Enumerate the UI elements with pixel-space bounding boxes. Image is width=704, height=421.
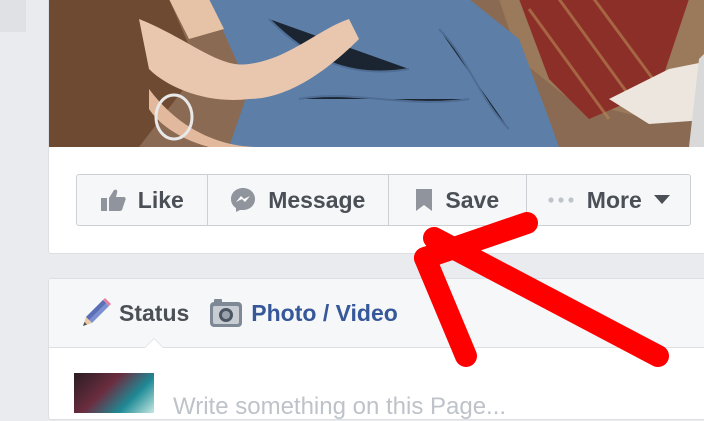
like-button[interactable]: Like [77,175,208,225]
left-column-edge [0,0,26,32]
page-action-bar: Like Message Save More [76,174,691,226]
tab-photo-video-label: Photo / Video [251,299,398,326]
active-tab-caret [145,339,163,348]
composer-input[interactable]: Write something on this Page... [173,393,506,421]
save-label: Save [445,186,500,213]
composer-tabs: Status Photo / Video [49,279,704,348]
avatar[interactable] [74,373,154,413]
message-button[interactable]: Message [208,175,389,225]
bookmark-icon [415,188,433,212]
tab-status[interactable]: Status [81,298,189,328]
tab-status-label: Status [119,299,190,326]
tab-photo-video[interactable]: Photo / Video [209,298,398,328]
more-label: More [586,186,642,213]
messenger-icon [230,187,256,213]
post-composer: Status Photo / Video Write something on … [48,278,704,420]
more-dots-icon [547,196,575,204]
message-label: Message [268,186,366,213]
like-label: Like [137,186,184,213]
pencil-icon [81,298,111,328]
page-header-card: Like Message Save More [48,0,704,254]
camera-icon [209,298,243,328]
caret-down-icon [653,195,670,205]
save-button[interactable]: Save [389,175,527,225]
cover-photo[interactable] [49,0,704,147]
thumbs-up-icon [100,188,126,212]
more-button[interactable]: More [527,175,690,225]
